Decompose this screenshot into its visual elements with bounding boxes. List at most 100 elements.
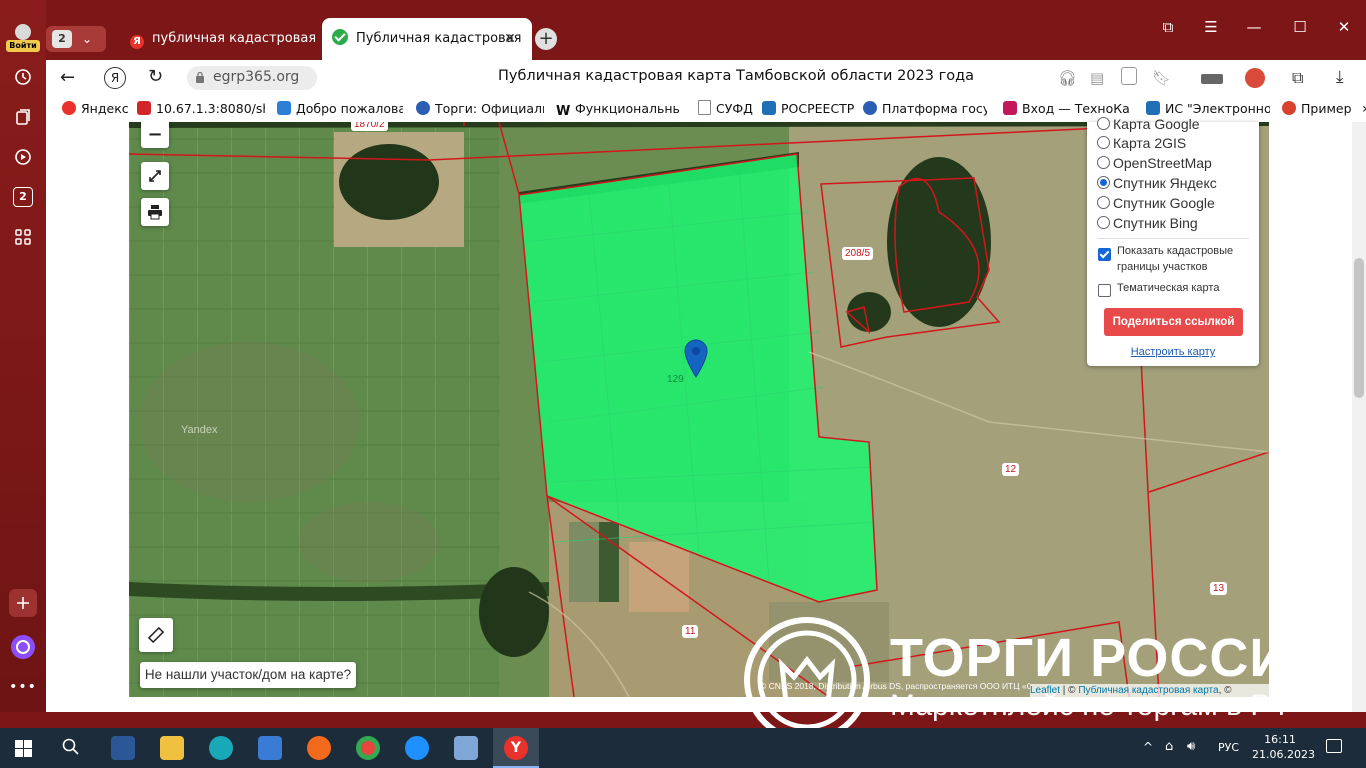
site-icon — [137, 101, 151, 115]
plot-label[interactable]: 1870/2 — [351, 122, 388, 131]
yandex-browser-taskbar-item[interactable]: Y — [493, 728, 539, 768]
language-indicator[interactable]: РУС — [1218, 741, 1239, 754]
plot-label[interactable]: 13 — [1210, 582, 1228, 595]
radio[interactable] — [1097, 216, 1110, 229]
ruler-button[interactable] — [139, 618, 173, 652]
apps-grid-icon[interactable] — [9, 223, 37, 251]
more-bookmarks-icon[interactable]: » — [1362, 100, 1366, 118]
back-icon[interactable]: ← — [60, 68, 80, 88]
check-favicon-icon — [332, 29, 348, 45]
bookmark-item[interactable]: W Функциональные — [556, 100, 680, 118]
explorer-app-icon[interactable] — [160, 736, 184, 760]
firefox-app-icon[interactable] — [307, 736, 331, 760]
more-icon[interactable]: ••• — [9, 673, 37, 701]
alice-icon[interactable] — [9, 633, 37, 661]
reload-icon[interactable]: ↻ — [148, 66, 170, 88]
maximize-icon[interactable]: ☐ — [1280, 18, 1320, 36]
bookmark-item[interactable]: Пример — [1282, 100, 1354, 118]
scrollbar-thumb[interactable] — [1354, 258, 1364, 398]
login-label: Войти — [6, 40, 40, 52]
bookmark-icon[interactable]: 🔖︎ — [1152, 69, 1171, 87]
menu-icon[interactable]: ☰ — [1191, 18, 1231, 36]
radio[interactable] — [1097, 196, 1110, 209]
plot-label[interactable]: 11 — [682, 625, 699, 638]
notifications-icon[interactable] — [1326, 739, 1342, 753]
add-panel-icon[interactable] — [9, 589, 37, 617]
mail-app-icon[interactable] — [258, 736, 282, 760]
minimize-icon[interactable]: — — [1234, 18, 1274, 36]
chrome-app-icon[interactable] — [356, 736, 380, 760]
radio[interactable] — [1097, 117, 1110, 130]
tabs-badge[interactable]: 2 — [9, 183, 37, 211]
bookmark-label: Добро пожаловат — [296, 101, 403, 116]
checkbox[interactable] — [1098, 284, 1111, 297]
print-button[interactable] — [141, 198, 169, 226]
layer-option[interactable]: OpenStreetMap — [1097, 154, 1212, 172]
yandex-home-icon[interactable]: Я — [104, 67, 126, 89]
volume-icon[interactable]: 🔊︎ — [1187, 739, 1195, 754]
tab-group-counter[interactable]: 2 ⌄ — [46, 26, 106, 52]
file-icon — [698, 100, 711, 115]
login-button[interactable]: Войти — [6, 24, 40, 54]
collections-icon[interactable] — [9, 103, 37, 131]
url-field[interactable]: egrp365.org — [187, 66, 317, 90]
layer-option[interactable]: Спутник Google — [1097, 194, 1215, 212]
clock-date: 21.06.2023 — [1252, 748, 1315, 761]
share-page-icon[interactable]: ⧉ — [1292, 68, 1303, 88]
bookmark-label: СУФД — [716, 101, 753, 116]
plot-label[interactable]: 12 — [1002, 463, 1020, 476]
layer-option[interactable]: Спутник Bing — [1097, 214, 1198, 232]
share-link-button[interactable]: Поделиться ссылкой — [1104, 308, 1243, 336]
checkbox-checked[interactable] — [1098, 248, 1111, 261]
search-icon[interactable] — [62, 738, 80, 759]
bookmark-item[interactable]: Платформа госуд — [863, 100, 987, 118]
edge-app-icon[interactable] — [209, 736, 233, 760]
bookmark-item[interactable]: Добро пожаловат — [277, 100, 403, 118]
fullscreen-button[interactable] — [141, 162, 169, 190]
new-tab-icon[interactable]: + — [535, 28, 557, 50]
windows-taskbar: Y ^ ⌂ 🔊︎ РУС 16:11 21.06.2023 — [0, 728, 1366, 768]
radio[interactable] — [1097, 136, 1110, 149]
radio[interactable] — [1097, 156, 1110, 169]
bookmark-item[interactable]: РОСРЕЕСТР — [762, 100, 854, 118]
files-app-icon[interactable] — [454, 736, 478, 760]
thematic-map-checkbox[interactable] — [1098, 282, 1111, 297]
tab-count: 2 — [52, 30, 72, 48]
layer-label: Карта 2GIS — [1113, 135, 1187, 151]
address-bar: ← Я ↻ egrp365.org Публичная кадастровая … — [46, 60, 1366, 96]
layer-option[interactable]: Карта 2GIS — [1097, 134, 1186, 152]
tray-expand-icon[interactable]: ^ — [1143, 740, 1153, 754]
video-icon[interactable] — [9, 143, 37, 171]
reader-mode-icon[interactable]: ▤ — [1090, 69, 1104, 87]
network-icon[interactable]: ⌂ — [1165, 739, 1173, 754]
bookmarks-panel-icon[interactable]: ⧉ — [1148, 18, 1188, 36]
bookmark-item[interactable]: Торги: Официаль — [416, 100, 544, 118]
bookmark-label: РОСРЕЕСТР — [781, 101, 854, 116]
layer-option[interactable]: Спутник Яндекс — [1097, 174, 1217, 192]
layer-option[interactable]: Карта Google — [1097, 115, 1200, 133]
plot-label[interactable]: 208/5 — [842, 247, 874, 260]
word-app-icon[interactable] — [111, 736, 135, 760]
clock[interactable]: 16:11 21.06.2023 — [1252, 732, 1315, 762]
radio-selected[interactable] — [1097, 176, 1110, 189]
tab-inactive[interactable]: Япубличная кадастровая к — [130, 18, 315, 60]
zoom-out-button[interactable]: − — [141, 122, 169, 148]
map-marker-icon[interactable] — [683, 338, 709, 378]
bookmark-item[interactable]: 10.67.1.3:8080/shg — [137, 100, 265, 118]
extension-icon[interactable] — [1201, 74, 1223, 84]
configure-map-link[interactable]: Настроить карту — [1087, 346, 1259, 358]
extension-2-icon[interactable] — [1245, 68, 1265, 88]
bookmark-item[interactable]: СУФД — [698, 100, 754, 118]
history-icon[interactable] — [9, 63, 37, 91]
protect-icon[interactable] — [1121, 67, 1137, 85]
close-window-icon[interactable]: ✕ — [1324, 18, 1364, 36]
close-tab-icon[interactable]: ✕ — [498, 18, 522, 60]
headphones-icon[interactable]: 🎧︎ — [1058, 69, 1077, 87]
page-scrollbar[interactable] — [1352, 122, 1366, 712]
ie-app-icon[interactable] — [405, 736, 429, 760]
bookmark-item[interactable]: Яндекс — [62, 100, 128, 118]
windows-start-icon[interactable] — [15, 740, 32, 760]
cadastral-borders-checkbox[interactable] — [1098, 246, 1111, 261]
downloads-icon[interactable]: ⤓ — [1336, 67, 1344, 87]
not-found-button[interactable]: Не нашли участок/дом на карте? — [140, 662, 356, 688]
